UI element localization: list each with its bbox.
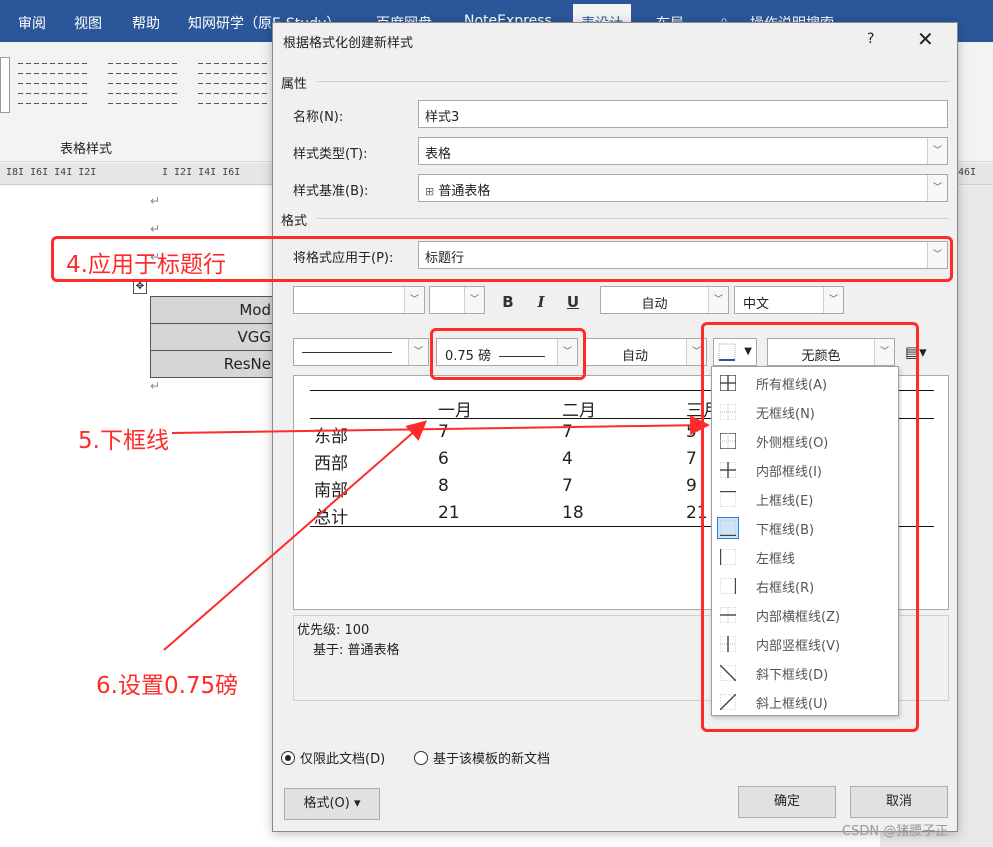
arrow-step6 [163, 420, 428, 651]
annotation-arrows [163, 415, 710, 651]
arrow-step5 [171, 415, 710, 436]
watermark: CSDN @猪腰子正 [842, 824, 949, 839]
